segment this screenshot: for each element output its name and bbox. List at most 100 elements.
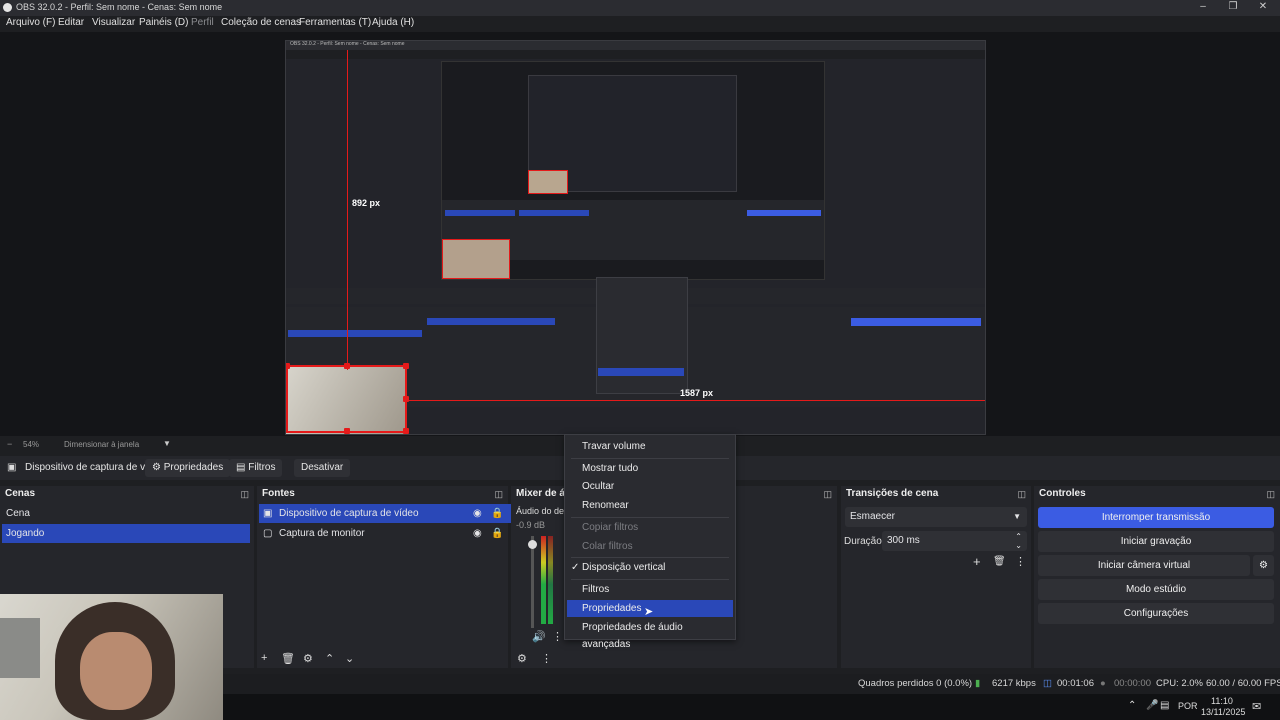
title-bar: OBS 32.0.2 - Perfil: Sem nome - Cenas: S… <box>0 0 1280 16</box>
mixer-title: Mixer de á <box>516 488 565 499</box>
volume-meter <box>548 536 553 624</box>
gear-icon[interactable]: ⚙ <box>303 652 313 665</box>
clock-time[interactable]: 11:10 <box>1211 696 1233 706</box>
gear-icon: ⚙ <box>152 462 161 473</box>
virtual-camera-settings-button[interactable]: ⚙ <box>1253 555 1274 576</box>
scene-item[interactable]: Jogando <box>2 524 250 543</box>
undock-icon[interactable]: ◫ <box>494 486 503 502</box>
source-label: Captura de monitor <box>279 528 365 539</box>
speaker-icon[interactable]: 🔊 <box>532 630 546 643</box>
start-virtual-camera-button[interactable]: Iniciar câmera virtual <box>1038 555 1250 576</box>
zoom-out-icon[interactable]: − <box>7 439 12 449</box>
undock-icon[interactable]: ◫ <box>240 486 249 502</box>
menu-item-rename[interactable]: Renomear <box>567 497 733 514</box>
sources-header: Fontes ◫ <box>257 486 508 502</box>
controls-title: Controles <box>1039 488 1086 499</box>
menu-item-copy-filters: Copiar filtros <box>582 522 639 533</box>
menu-separator <box>571 517 729 518</box>
menu-item-show-all[interactable]: Mostrar tudo <box>567 460 733 477</box>
chevron-up-icon[interactable]: ⌃ <box>1128 700 1136 711</box>
menu-editar[interactable]: Editar <box>58 17 84 28</box>
stream-icon: ◫ <box>1043 678 1052 689</box>
menu-separator <box>571 579 729 580</box>
properties-button[interactable]: ⚙ Propriedades <box>145 459 231 477</box>
menu-ferramentas[interactable]: Ferramentas (T) <box>299 17 371 28</box>
menu-item-vertical-layout[interactable]: ✓ Disposição vertical <box>567 559 733 576</box>
more-icon[interactable]: ⋮ <box>1015 555 1026 568</box>
properties-label: Propriedades <box>163 462 224 473</box>
restore-icon[interactable]: ❐ <box>1218 1 1248 15</box>
undock-icon[interactable]: ◫ <box>1266 486 1275 502</box>
notification-icon[interactable]: ✉ <box>1252 700 1261 713</box>
move-down-icon[interactable]: ⌄ <box>345 652 354 665</box>
menu-item-lock-volume[interactable]: Travar volume <box>567 438 733 455</box>
menu-item-advanced-audio[interactable]: Propriedades de áudio avançadas <box>567 619 733 650</box>
resize-handle[interactable] <box>286 363 290 369</box>
check-icon: ✓ <box>571 562 580 573</box>
trash-icon[interactable]: 🗑 <box>993 556 1006 567</box>
volume-slider[interactable] <box>531 536 534 628</box>
mixer-level: -0.9 dB <box>516 520 546 530</box>
nested-obs-preview: OBS 32.0.2 - Perfil: Sem nome - Cenas: S… <box>285 40 986 435</box>
menu-item-filters[interactable]: Filtros <box>567 581 733 598</box>
undock-icon[interactable]: ◫ <box>823 486 832 502</box>
camera-icon: ▣ <box>7 462 17 473</box>
resize-handle[interactable] <box>403 428 409 434</box>
transition-select[interactable]: Esmaecer ▼ <box>845 507 1027 527</box>
duration-spinbox[interactable]: 300 ms ⌃ ⌄ <box>882 531 1027 551</box>
menu-colecao-cenas[interactable]: Coleção de cenas <box>221 17 301 28</box>
transitions-header: Transições de cena ◫ <box>841 486 1031 502</box>
duration-value: 300 ms <box>887 535 920 546</box>
language-indicator[interactable]: POR <box>1178 701 1198 711</box>
source-item[interactable]: ▢ Captura de monitor ◉ 🔒 <box>259 524 520 543</box>
cursor-icon: ➤ <box>644 606 654 618</box>
menu-perfil[interactable]: Perfil <box>191 17 214 28</box>
resize-handle[interactable] <box>403 363 409 369</box>
clock-date[interactable]: 13/11/2025 <box>1201 707 1245 717</box>
source-context-menu: Travar volume Mostrar tudo Ocultar Renom… <box>564 434 736 650</box>
disable-button[interactable]: Desativar <box>294 459 351 477</box>
settings-button[interactable]: Configurações <box>1038 603 1274 624</box>
eye-icon[interactable]: ◉ <box>473 524 482 543</box>
zoom-mode[interactable]: Dimensionar à janela <box>64 440 139 449</box>
filter-icon: ▤ <box>236 462 246 473</box>
menu-ajuda[interactable]: Ajuda (H) <box>372 17 414 28</box>
menu-separator <box>571 458 729 459</box>
start-recording-button[interactable]: Iniciar gravação <box>1038 531 1274 552</box>
scene-item[interactable]: Cena <box>2 504 250 523</box>
lock-icon[interactable]: 🔒 <box>491 504 503 523</box>
source-item[interactable]: ▣ Dispositivo de captura de vídeo ◉ 🔒 <box>259 504 520 523</box>
gear-icon: ⚙ <box>1259 560 1268 571</box>
menu-paineis[interactable]: Painéis (D) <box>139 17 188 28</box>
measure-vertical: 892 px <box>352 198 381 208</box>
undock-icon[interactable]: ◫ <box>1017 486 1026 502</box>
trash-icon[interactable]: 🗑 <box>281 652 295 665</box>
lock-icon[interactable]: 🔒 <box>491 524 503 543</box>
background-object <box>0 618 40 678</box>
network-icon[interactable]: ▤ <box>1160 700 1169 711</box>
eye-icon[interactable]: ◉ <box>473 504 482 523</box>
move-up-icon[interactable]: ⌃ <box>325 652 334 665</box>
resize-handle[interactable] <box>403 396 409 402</box>
microphone-icon[interactable]: 🎤 <box>1146 700 1158 711</box>
spin-down-icon[interactable]: ⌄ <box>1015 536 1022 556</box>
more-icon[interactable]: ⋮ <box>541 652 552 665</box>
studio-mode-button[interactable]: Modo estúdio <box>1038 579 1274 600</box>
menu-arquivo[interactable]: Arquivo (F) <box>6 17 55 28</box>
more-icon[interactable]: ⋮ <box>552 630 563 643</box>
chevron-down-icon[interactable]: ▼ <box>163 439 171 448</box>
resize-handle[interactable] <box>344 428 350 434</box>
advanced-audio-icon[interactable]: ⚙ <box>517 652 527 665</box>
add-icon[interactable]: + <box>973 554 981 569</box>
volume-slider-handle[interactable] <box>528 540 537 549</box>
stop-stream-button[interactable]: Interromper transmissão <box>1038 507 1274 528</box>
add-icon[interactable]: + <box>261 652 267 664</box>
close-icon[interactable]: ✕ <box>1248 1 1278 15</box>
filters-button[interactable]: ▤ Filtros <box>229 459 283 477</box>
selected-source-box[interactable] <box>286 365 407 433</box>
menu-visualizar[interactable]: Visualizar <box>92 17 135 28</box>
stream-time: 00:01:06 <box>1057 678 1094 689</box>
minimize-icon[interactable]: – <box>1188 1 1218 15</box>
menu-item-hide[interactable]: Ocultar <box>567 478 733 495</box>
resize-handle[interactable] <box>344 363 350 369</box>
